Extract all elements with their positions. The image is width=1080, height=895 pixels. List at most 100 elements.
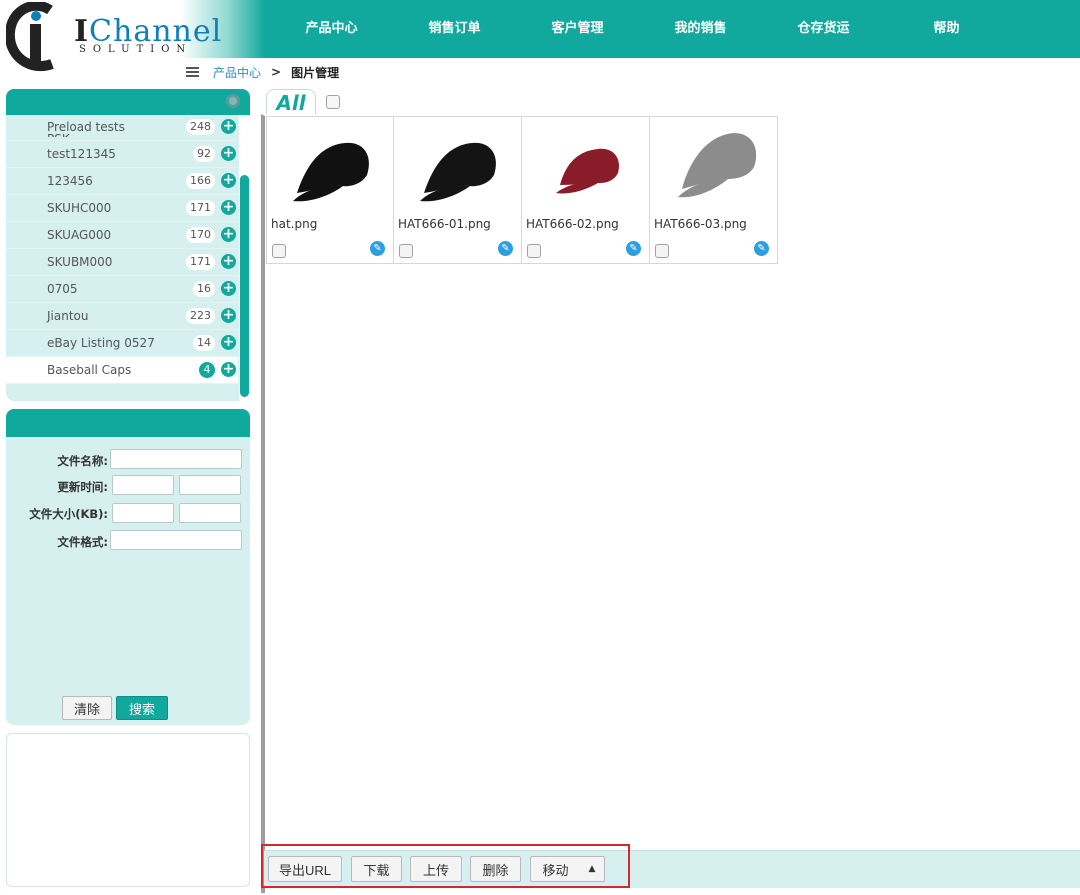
category-name: SKUAG000 bbox=[47, 228, 112, 242]
category-item[interactable]: Jiantou 223 + bbox=[6, 303, 238, 330]
category-panel-header bbox=[6, 89, 250, 115]
image-gallery: hat.png ✎ HAT666-01.png ✎ HAT666-02.png … bbox=[266, 116, 778, 264]
category-count-badge: 14 bbox=[193, 335, 215, 351]
category-scrollbar-thumb[interactable] bbox=[240, 175, 249, 397]
hat-thumbnail[interactable] bbox=[542, 123, 632, 213]
image-card[interactable]: hat.png ✎ bbox=[266, 116, 394, 264]
clear-button[interactable]: 清除 bbox=[62, 696, 112, 720]
filter-panel-header bbox=[6, 409, 250, 437]
file-name-label: 文件名称: bbox=[57, 454, 108, 468]
category-count-badge: 223 bbox=[186, 308, 215, 324]
add-icon[interactable]: + bbox=[221, 281, 236, 296]
category-name: 123456 bbox=[47, 174, 93, 188]
download-button[interactable]: 下载 bbox=[351, 856, 402, 882]
nav-item-customer-management[interactable]: 客户管理 bbox=[516, 0, 639, 58]
category-count-badge: 4 bbox=[199, 362, 215, 378]
category-item-selected[interactable]: Baseball Caps 4 + bbox=[6, 357, 238, 384]
move-button[interactable]: 移动 bbox=[530, 856, 581, 882]
top-bar: IChannel SOLUTION 产品中心 销售订单 客户管理 我的销售 仓存… bbox=[0, 0, 1080, 71]
image-filename: HAT666-02.png bbox=[526, 217, 619, 231]
select-all-checkbox[interactable] bbox=[326, 95, 340, 109]
update-time-to-input[interactable] bbox=[179, 475, 241, 495]
upload-button[interactable]: 上传 bbox=[410, 856, 462, 882]
hat-thumbnail[interactable] bbox=[670, 123, 760, 213]
image-checkbox[interactable] bbox=[655, 244, 669, 258]
file-format-label: 文件格式: bbox=[57, 535, 108, 549]
category-name: Jiantou bbox=[47, 309, 89, 323]
category-count-badge: 171 bbox=[186, 254, 215, 270]
category-panel: PSK Preload tests 248 + test121345 92 + … bbox=[6, 89, 250, 401]
image-card[interactable]: HAT666-02.png ✎ bbox=[522, 116, 650, 264]
add-icon[interactable]: + bbox=[221, 362, 236, 377]
gear-icon[interactable] bbox=[226, 94, 240, 108]
hat-thumbnail[interactable] bbox=[414, 123, 504, 213]
category-item[interactable]: SKUHC000 171 + bbox=[6, 195, 238, 222]
update-time-label: 更新时间: bbox=[57, 480, 108, 494]
file-size-max-input[interactable] bbox=[179, 503, 241, 523]
category-name: 0705 bbox=[47, 282, 78, 296]
add-icon[interactable]: + bbox=[221, 335, 236, 350]
category-count-badge: 248 bbox=[186, 119, 215, 135]
image-card[interactable]: HAT666-01.png ✎ bbox=[394, 116, 522, 264]
add-icon[interactable]: + bbox=[221, 173, 236, 188]
category-item[interactable]: SKUBM000 171 + bbox=[6, 249, 238, 276]
nav-item-my-sales[interactable]: 我的销售 bbox=[639, 0, 762, 58]
search-button[interactable]: 搜索 bbox=[116, 696, 168, 720]
category-item[interactable]: 123456 166 + bbox=[6, 168, 238, 195]
breadcrumb-parent-link[interactable]: 产品中心 bbox=[213, 64, 261, 81]
nav-item-sales-orders[interactable]: 销售订单 bbox=[393, 0, 516, 58]
category-name: SKUBM000 bbox=[47, 255, 113, 269]
category-count-badge: 171 bbox=[186, 200, 215, 216]
category-item[interactable]: eBay Listing 0527 14 + bbox=[6, 330, 238, 357]
export-url-button[interactable]: 导出URL bbox=[268, 856, 342, 882]
logo-mark-icon bbox=[6, 2, 54, 71]
image-checkbox[interactable] bbox=[399, 244, 413, 258]
add-icon[interactable]: + bbox=[221, 254, 236, 269]
hat-thumbnail[interactable] bbox=[287, 123, 377, 213]
image-checkbox[interactable] bbox=[527, 244, 541, 258]
category-name: eBay Listing 0527 bbox=[47, 336, 155, 350]
image-filename: hat.png bbox=[271, 217, 318, 231]
move-dropdown-caret-icon[interactable]: ▲ bbox=[580, 856, 605, 882]
add-icon[interactable]: + bbox=[221, 119, 236, 134]
edit-icon[interactable]: ✎ bbox=[370, 241, 385, 256]
delete-button[interactable]: 删除 bbox=[470, 856, 521, 882]
add-icon[interactable]: + bbox=[221, 200, 236, 215]
main-nav: 产品中心 销售订单 客户管理 我的销售 仓存货运 帮助 bbox=[270, 0, 1008, 58]
image-card[interactable]: HAT666-03.png ✎ bbox=[650, 116, 778, 264]
category-name: SKUHC000 bbox=[47, 201, 112, 215]
add-icon[interactable]: + bbox=[221, 146, 236, 161]
file-name-input[interactable] bbox=[110, 449, 242, 469]
image-checkbox[interactable] bbox=[272, 244, 286, 258]
file-format-input[interactable] bbox=[110, 530, 242, 550]
category-item[interactable]: SKUAG000 170 + bbox=[6, 222, 238, 249]
app-root: IChannel SOLUTION 产品中心 销售订单 客户管理 我的销售 仓存… bbox=[0, 0, 1080, 895]
category-count-badge: 170 bbox=[186, 227, 215, 243]
nav-item-warehouse-shipping[interactable]: 仓存货运 bbox=[762, 0, 885, 58]
category-item[interactable]: Preload tests 248 + bbox=[6, 115, 238, 141]
category-item[interactable]: 0705 16 + bbox=[6, 276, 238, 303]
logo[interactable]: IChannel SOLUTION bbox=[0, 0, 265, 71]
edit-icon[interactable]: ✎ bbox=[754, 241, 769, 256]
filter-panel: 文件名称: 更新时间: 文件大小(KB): 文件格式: 清除 搜索 bbox=[6, 409, 250, 725]
category-count-badge: 166 bbox=[186, 173, 215, 189]
menu-icon[interactable] bbox=[186, 67, 199, 77]
nav-item-product-center[interactable]: 产品中心 bbox=[270, 0, 393, 58]
nav-item-help[interactable]: 帮助 bbox=[885, 0, 1008, 58]
tab-all[interactable]: All bbox=[266, 89, 316, 115]
file-size-label: 文件大小(KB): bbox=[29, 507, 108, 521]
left-empty-panel bbox=[6, 733, 250, 887]
file-size-min-input[interactable] bbox=[112, 503, 174, 523]
category-item[interactable]: test121345 92 + bbox=[6, 141, 238, 168]
image-filename: HAT666-03.png bbox=[654, 217, 747, 231]
breadcrumb: 产品中心 > 图片管理 bbox=[186, 62, 339, 82]
image-filename: HAT666-01.png bbox=[398, 217, 491, 231]
edit-icon[interactable]: ✎ bbox=[498, 241, 513, 256]
category-list[interactable]: PSK Preload tests 248 + test121345 92 + … bbox=[6, 115, 238, 401]
category-count-badge: 16 bbox=[193, 281, 215, 297]
add-icon[interactable]: + bbox=[221, 227, 236, 242]
update-time-from-input[interactable] bbox=[112, 475, 174, 495]
edit-icon[interactable]: ✎ bbox=[626, 241, 641, 256]
add-icon[interactable]: + bbox=[221, 308, 236, 323]
breadcrumb-current: 图片管理 bbox=[291, 65, 340, 80]
